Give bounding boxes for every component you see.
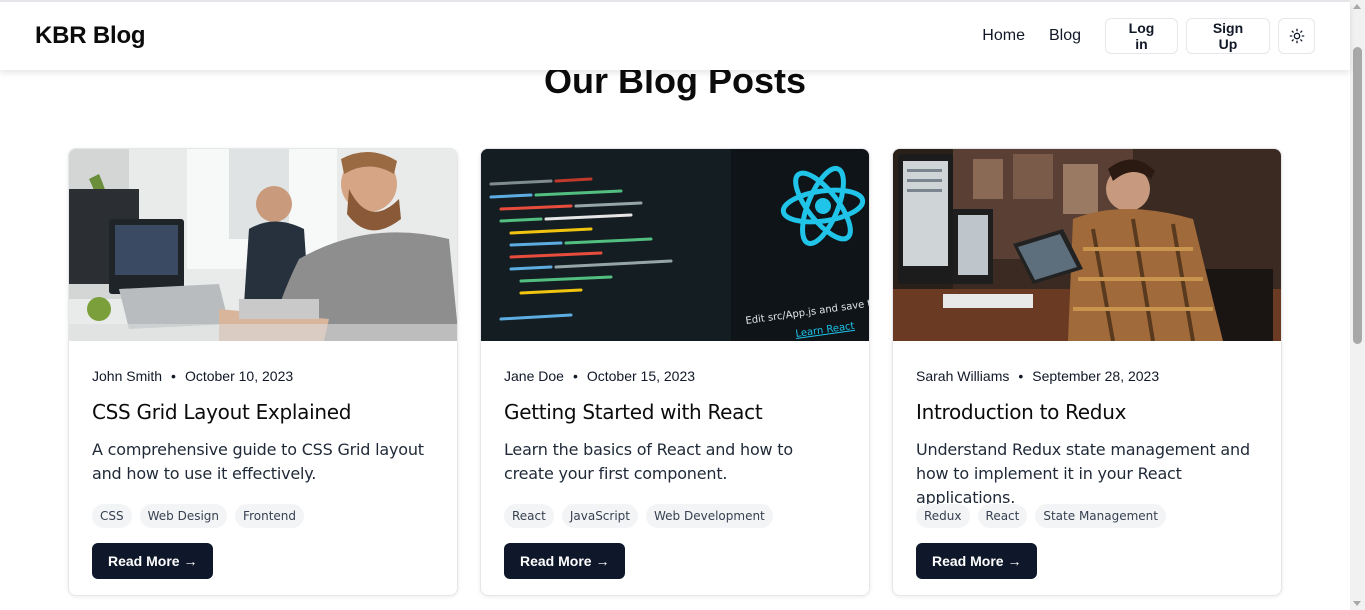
- nav-link-home[interactable]: Home: [982, 27, 1025, 45]
- tag[interactable]: Web Design: [139, 504, 228, 528]
- post-description: Understand Redux state management and ho…: [916, 440, 1250, 507]
- read-more-button[interactable]: Read More →: [92, 543, 214, 579]
- card-body: Jane Doe • October 15, 2023 Getting Star…: [481, 341, 869, 579]
- post-author: Jane Doe: [504, 367, 564, 384]
- post-tags: React JavaScript Web Development: [504, 504, 846, 528]
- blog-card-grid: John Smith • October 10, 2023 CSS Grid L…: [68, 148, 1282, 596]
- brand-logo[interactable]: KBR Blog: [35, 22, 146, 50]
- login-button[interactable]: Log in: [1105, 18, 1178, 54]
- nav-link-blog[interactable]: Blog: [1049, 27, 1081, 45]
- post-meta: John Smith • October 10, 2023: [92, 367, 434, 384]
- tag[interactable]: Frontend: [235, 504, 305, 528]
- read-more-button[interactable]: Read More →: [504, 543, 626, 579]
- nav-actions: Home Blog Log in Sign Up: [982, 18, 1315, 54]
- post-date: September 28, 2023: [1032, 367, 1160, 384]
- tag[interactable]: React: [504, 504, 554, 528]
- post-description: A comprehensive guide to CSS Grid layout…: [92, 440, 424, 483]
- post-description: Learn the basics of React and how to cre…: [504, 440, 793, 483]
- card-body: Sarah Williams • September 28, 2023 Intr…: [893, 341, 1281, 579]
- meta-separator: •: [1018, 367, 1024, 384]
- tag[interactable]: State Management: [1035, 504, 1166, 528]
- meta-separator: •: [171, 367, 176, 384]
- scroll-up-arrow-icon[interactable]: [1353, 4, 1361, 9]
- tag[interactable]: JavaScript: [561, 504, 638, 528]
- read-more-button[interactable]: Read More →: [916, 543, 1038, 579]
- card-body: John Smith • October 10, 2023 CSS Grid L…: [69, 341, 457, 579]
- tag[interactable]: Redux: [916, 504, 970, 528]
- post-date: October 10, 2023: [184, 367, 294, 384]
- office-developers-photo[interactable]: [69, 149, 458, 341]
- post-title[interactable]: CSS Grid Layout Explained: [92, 400, 434, 424]
- post-author: Sarah Williams: [916, 367, 1010, 384]
- post-tags: Redux React State Management: [916, 504, 1258, 528]
- blog-card: Edit src/App.js and save to rel Learn Re…: [480, 148, 870, 596]
- tag[interactable]: CSS: [92, 504, 132, 528]
- post-title[interactable]: Introduction to Redux: [916, 400, 1258, 424]
- meta-separator: •: [572, 367, 578, 384]
- post-tags: CSS Web Design Frontend: [92, 504, 434, 528]
- navbar: KBR Blog Home Blog Log in Sign Up: [0, 2, 1350, 70]
- scroll-down-arrow-icon[interactable]: [1353, 601, 1361, 606]
- tag[interactable]: React: [977, 504, 1028, 528]
- blog-card: John Smith • October 10, 2023 CSS Grid L…: [68, 148, 458, 596]
- tag[interactable]: Web Development: [646, 504, 773, 528]
- post-meta: Jane Doe • October 15, 2023: [504, 367, 846, 384]
- react-code-screen-photo[interactable]: Edit src/App.js and save to rel Learn Re…: [481, 149, 870, 341]
- post-title[interactable]: Getting Started with React: [504, 400, 846, 424]
- post-meta: Sarah Williams • September 28, 2023: [916, 367, 1258, 384]
- post-date: October 15, 2023: [586, 367, 696, 384]
- workspace-tablet-photo[interactable]: [893, 149, 1282, 341]
- blog-card: Sarah Williams • September 28, 2023 Intr…: [892, 148, 1282, 596]
- scrollbar-thumb[interactable]: [1353, 47, 1362, 344]
- sun-icon: [1289, 28, 1304, 44]
- signup-button[interactable]: Sign Up: [1186, 18, 1270, 54]
- theme-toggle-button[interactable]: [1278, 18, 1315, 54]
- post-author: John Smith: [92, 367, 163, 384]
- vertical-scrollbar[interactable]: [1350, 0, 1365, 610]
